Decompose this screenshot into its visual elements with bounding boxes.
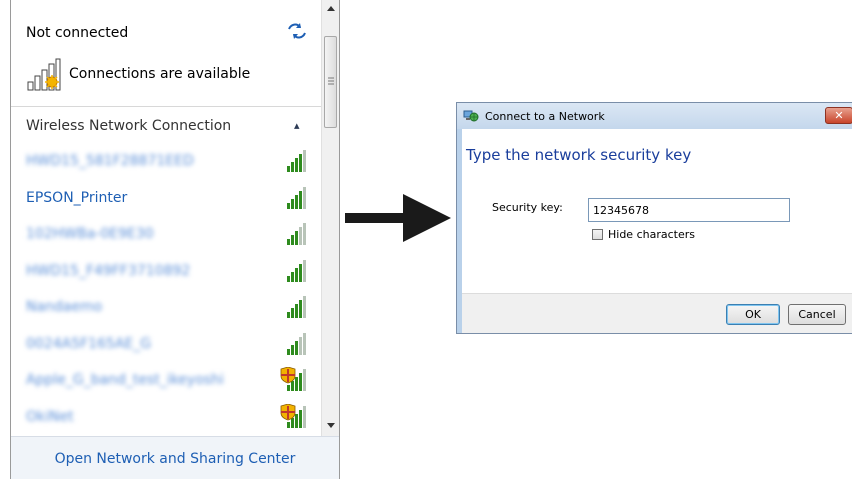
hide-characters-checkbox[interactable] bbox=[592, 229, 603, 240]
network-name: HWD15_581F28871EED bbox=[26, 153, 194, 169]
scroll-down-arrow-icon[interactable] bbox=[322, 416, 340, 434]
network-list-item[interactable]: HWD15_F49FF3710892 bbox=[11, 254, 321, 290]
signal-strength-icon bbox=[287, 259, 306, 282]
network-list-item[interactable]: 102HWBa-0E9E30 bbox=[11, 217, 321, 253]
close-icon[interactable]: ✕ bbox=[825, 107, 852, 124]
network-list-item[interactable]: OkiNet bbox=[11, 400, 321, 436]
network-name: EPSON_Printer bbox=[26, 189, 128, 206]
network-name: 102HWBa-0E9E30 bbox=[26, 226, 154, 242]
network-list-item[interactable]: EPSON_Printer bbox=[11, 181, 321, 217]
secured-signal-strength-icon bbox=[280, 403, 306, 428]
wireless-section-title: Wireless Network Connection bbox=[26, 118, 232, 134]
signal-strength-icon bbox=[287, 296, 306, 318]
secured-signal-strength-icon bbox=[280, 367, 306, 391]
dialog-body: Type the network security key Security k… bbox=[462, 129, 852, 293]
network-name: HWD15_F49FF3710892 bbox=[26, 262, 191, 279]
dialog-heading: Type the network security key bbox=[466, 146, 692, 164]
signal-strength-icon bbox=[287, 332, 306, 355]
dialog-title: Connect to a Network bbox=[485, 110, 605, 123]
connect-to-network-dialog: Connect to a Network ✕ Type the network … bbox=[456, 102, 852, 334]
network-list-item[interactable]: 0024A5F165AE_G bbox=[11, 327, 321, 363]
network-name: OkiNet bbox=[26, 408, 74, 425]
network-name: Nandaemo bbox=[26, 299, 103, 315]
right-arrow-icon bbox=[345, 194, 451, 242]
open-network-sharing-center-link[interactable]: Open Network and Sharing Center bbox=[11, 451, 339, 467]
connection-status-title: Not connected bbox=[26, 25, 129, 41]
vertical-scrollbar[interactable] bbox=[321, 0, 339, 436]
refresh-icon[interactable] bbox=[286, 22, 308, 40]
grip-icon bbox=[328, 77, 334, 85]
dialog-button-bar: OK Cancel bbox=[462, 293, 852, 333]
network-list-item[interactable]: Nandaemo bbox=[11, 290, 321, 326]
flyout-header: Not connected Connections are available … bbox=[11, 0, 321, 134]
cancel-button[interactable]: Cancel bbox=[788, 304, 846, 325]
network-list-item[interactable]: Apple_G_band_test_ikeyoshi bbox=[11, 363, 321, 399]
security-key-input[interactable] bbox=[588, 198, 790, 222]
network-name: Apple_G_band_test_ikeyoshi bbox=[26, 372, 224, 388]
scroll-thumb[interactable] bbox=[324, 36, 337, 128]
collapse-chevron-icon[interactable]: ▴ bbox=[294, 119, 300, 132]
network-flyout: Not connected Connections are available … bbox=[10, 0, 340, 479]
scroll-up-arrow-icon[interactable] bbox=[322, 0, 340, 18]
connections-available-text: Connections are available bbox=[69, 66, 251, 82]
signal-strength-icon bbox=[287, 150, 306, 172]
dialog-titlebar[interactable]: Connect to a Network ✕ bbox=[457, 103, 852, 129]
signal-strength-icon bbox=[287, 186, 306, 209]
network-name: 0024A5F165AE_G bbox=[26, 335, 152, 352]
network-list-item[interactable]: HWD15_581F28871EED bbox=[11, 144, 321, 180]
hide-characters-label[interactable]: Hide characters bbox=[608, 228, 695, 241]
security-key-label: Security key: bbox=[492, 201, 563, 214]
flyout-footer: Open Network and Sharing Center bbox=[11, 436, 339, 479]
network-available-icon bbox=[27, 58, 61, 91]
ok-button[interactable]: OK bbox=[726, 304, 780, 325]
signal-strength-icon bbox=[287, 223, 306, 245]
header-divider bbox=[11, 106, 321, 107]
network-globe-icon bbox=[463, 110, 479, 122]
